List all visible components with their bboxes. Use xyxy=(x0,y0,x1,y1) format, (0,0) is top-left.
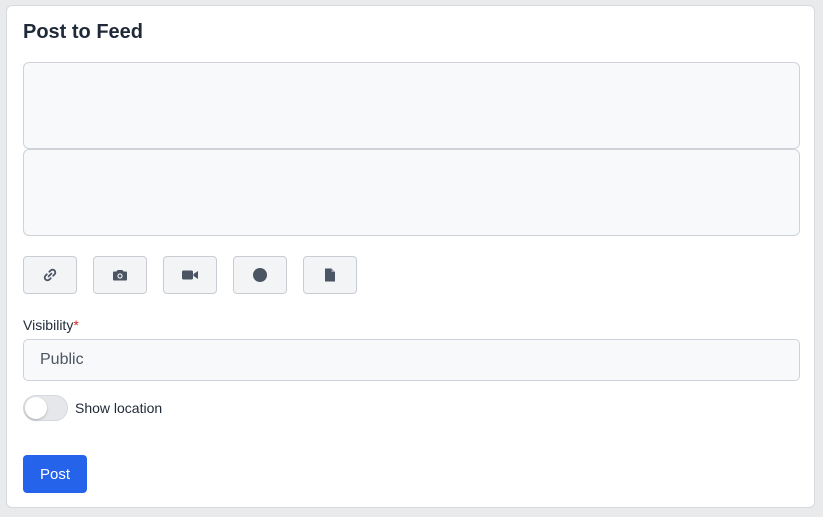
document-icon xyxy=(322,267,338,283)
record-button[interactable] xyxy=(233,256,287,294)
post-textarea-primary[interactable] xyxy=(23,62,800,149)
toggle-knob xyxy=(25,397,47,419)
attach-document-button[interactable] xyxy=(303,256,357,294)
show-location-toggle[interactable] xyxy=(23,395,68,421)
record-icon xyxy=(252,267,268,283)
visibility-label: Visibility* xyxy=(23,317,79,333)
attachment-toolbar xyxy=(23,256,357,294)
video-icon xyxy=(181,267,199,283)
post-button[interactable]: Post xyxy=(23,455,87,493)
link-icon xyxy=(42,267,58,283)
attach-photo-button[interactable] xyxy=(93,256,147,294)
attach-link-button[interactable] xyxy=(23,256,77,294)
visibility-select[interactable]: Public xyxy=(23,339,800,381)
location-toggle-row: Show location xyxy=(23,395,162,421)
visibility-selected-value: Public xyxy=(40,351,84,368)
required-marker: * xyxy=(73,317,79,333)
camera-icon xyxy=(112,267,128,283)
visibility-label-text: Visibility xyxy=(23,317,74,333)
post-to-feed-card: Post to Feed Visibility* Public Show loc… xyxy=(6,5,815,508)
show-location-label: Show location xyxy=(75,400,163,416)
form-title: Post to Feed xyxy=(23,21,144,43)
post-textarea-secondary[interactable] xyxy=(23,149,800,236)
attach-video-button[interactable] xyxy=(163,256,217,294)
